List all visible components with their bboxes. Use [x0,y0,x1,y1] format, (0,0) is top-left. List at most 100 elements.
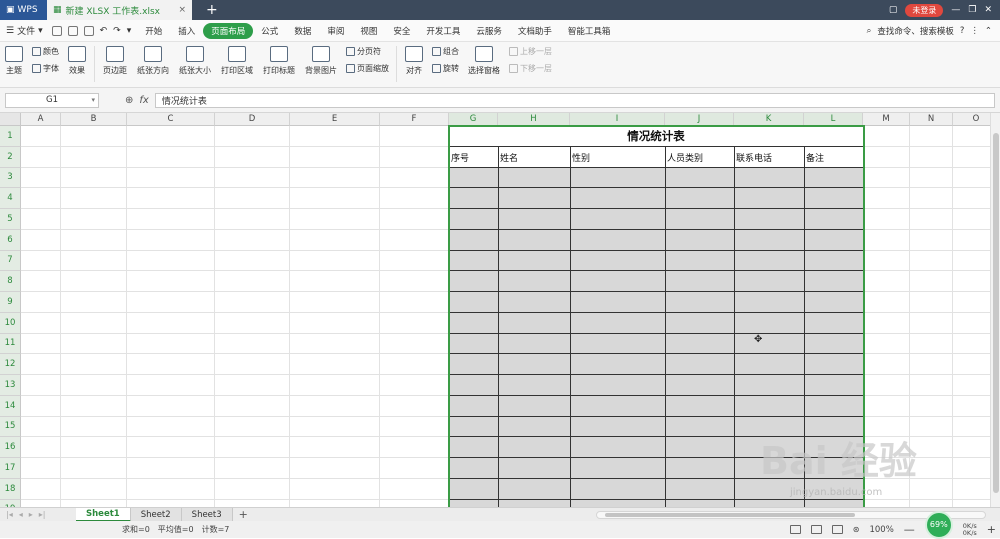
column-header-n[interactable]: N [910,113,953,126]
column-header-a[interactable]: A [21,113,61,126]
column-header-k[interactable]: K [734,113,804,126]
rotate-button[interactable]: 旋转 [432,63,459,74]
undo-icon[interactable]: ↶ [100,26,108,36]
row-header-14[interactable]: 14 [0,395,21,417]
menu-tab-0[interactable]: 开始 [137,23,170,39]
column-header-i[interactable]: I [570,113,665,126]
column-header-f[interactable]: F [380,113,449,126]
column-header-b[interactable]: B [61,113,127,126]
row-header-3[interactable]: 3 [0,167,21,189]
effects-button[interactable]: 效果 [63,46,91,76]
redo-icon[interactable]: ↷ [113,26,121,36]
sheet-tab-2[interactable]: Sheet2 [130,507,182,522]
table-title-cell[interactable]: 情况统计表 [449,126,863,147]
row-header-11[interactable]: 11 [0,333,21,355]
row-header-13[interactable]: 13 [0,375,21,396]
add-sheet-button[interactable]: + [233,508,254,521]
network-speed-badge[interactable]: 69% [924,510,953,539]
row-header-2[interactable]: 2 [0,146,21,168]
page-layout-view-icon[interactable] [810,525,822,534]
table-header-cell[interactable]: 联系电话 [734,146,804,168]
group-button[interactable]: 组合 [432,46,459,57]
paper-size-button[interactable]: 纸张大小 [174,46,216,76]
select-all-corner[interactable] [0,113,21,126]
save-icon[interactable] [51,25,62,36]
row-header-12[interactable]: 12 [0,354,21,375]
vertical-scrollbar[interactable] [990,113,1000,507]
zoom-level[interactable]: 100% [869,525,893,535]
column-header-g[interactable]: G [449,113,498,126]
sheet-tab-3[interactable]: Sheet3 [181,507,233,522]
background-image-button[interactable]: 背景图片 [300,46,342,76]
menu-tab-3[interactable]: 公式 [253,23,286,39]
row-header-8[interactable]: 8 [0,271,21,292]
table-header-cell[interactable]: 人员类别 [665,146,734,168]
function-icon[interactable]: fx [139,95,148,106]
print-icon[interactable] [67,25,78,36]
formula-input[interactable]: 情况统计表 [154,92,995,108]
window-mode-icon[interactable]: ▢ [889,5,898,15]
file-menu-button[interactable]: ☰ 文件 ▾ [0,24,49,38]
column-header-l[interactable]: L [804,113,863,126]
align-button[interactable]: 对齐 [400,46,428,76]
menu-tab-10[interactable]: 文档助手 [510,23,560,39]
menu-tab-1[interactable]: 插入 [170,23,203,39]
row-header-16[interactable]: 16 [0,437,21,458]
row-header-19[interactable]: 19 [0,499,21,507]
normal-view-icon[interactable] [789,525,801,534]
row-header-4[interactable]: 4 [0,188,21,209]
row-header-7[interactable]: 7 [0,250,21,272]
close-window-icon[interactable]: ✕ [984,5,992,15]
page-zoom-button[interactable]: 页面缩放 [346,63,389,74]
reading-mode-icon[interactable]: ⊛ [853,525,860,534]
row-header-9[interactable]: 9 [0,292,21,313]
zoom-out-icon[interactable]: — [904,523,915,536]
wps-app-tab[interactable]: ▣ WPS [0,0,47,20]
table-header-cell[interactable]: 备注 [804,146,863,168]
quick-access-more-icon[interactable]: ▾ [127,26,132,36]
print-area-button[interactable]: 打印区域 [216,46,258,76]
selection-pane-button[interactable]: 选择窗格 [463,46,505,76]
table-header-cell[interactable]: 性别 [570,146,665,168]
print-preview-icon[interactable] [83,25,94,36]
zoom-in-icon[interactable]: + [987,523,996,536]
page-break-view-icon[interactable] [831,525,843,534]
fonts-button[interactable]: 字体 [32,63,59,74]
print-titles-button[interactable]: 打印标题 [258,46,300,76]
new-tab-icon[interactable]: + [206,2,218,18]
menu-tab-6[interactable]: 视图 [352,23,385,39]
row-header-15[interactable]: 15 [0,416,21,438]
send-backward-button[interactable]: 下移一层 [509,63,552,74]
menu-tab-4[interactable]: 数据 [286,23,319,39]
table-header-cell[interactable]: 姓名 [498,146,570,168]
theme-button[interactable]: 主题 [0,46,28,76]
first-sheet-icon[interactable]: |◂ [6,510,13,519]
column-header-o[interactable]: O [953,113,990,126]
prev-sheet-icon[interactable]: ◂ [19,510,23,519]
column-header-m[interactable]: M [863,113,910,126]
bring-forward-button[interactable]: 上移一层 [509,46,552,57]
row-header-5[interactable]: 5 [0,209,21,230]
menu-tab-8[interactable]: 开发工具 [418,23,468,39]
column-header-h[interactable]: H [498,113,570,126]
menu-tab-5[interactable]: 审阅 [319,23,352,39]
menu-tab-7[interactable]: 安全 [385,23,418,39]
menu-tab-2[interactable]: 页面布局 [203,22,254,39]
help-icon[interactable]: ? [960,26,965,36]
table-header-cell[interactable]: 序号 [449,146,498,168]
column-header-j[interactable]: J [665,113,734,126]
document-tab[interactable]: ▦ 新建 XLSX 工作表.xlsx × [47,0,192,20]
orientation-button[interactable]: 纸张方向 [132,46,174,76]
vertical-scroll-thumb[interactable] [993,133,999,493]
more-options-icon[interactable]: ⋮ [970,26,979,36]
column-header-d[interactable]: D [215,113,290,126]
horizontal-scroll-thumb[interactable] [605,512,855,517]
row-header-6[interactable]: 6 [0,229,21,251]
column-header-e[interactable]: E [290,113,380,126]
minimize-icon[interactable]: — [951,5,960,15]
zoom-search-icon[interactable]: ⊕ [125,95,133,106]
row-header-1[interactable]: 1 [0,126,21,147]
column-header-c[interactable]: C [127,113,215,126]
name-box[interactable]: G1 ▾ [5,92,99,108]
command-search-input[interactable]: 查找命令、搜索模板 [877,25,954,37]
